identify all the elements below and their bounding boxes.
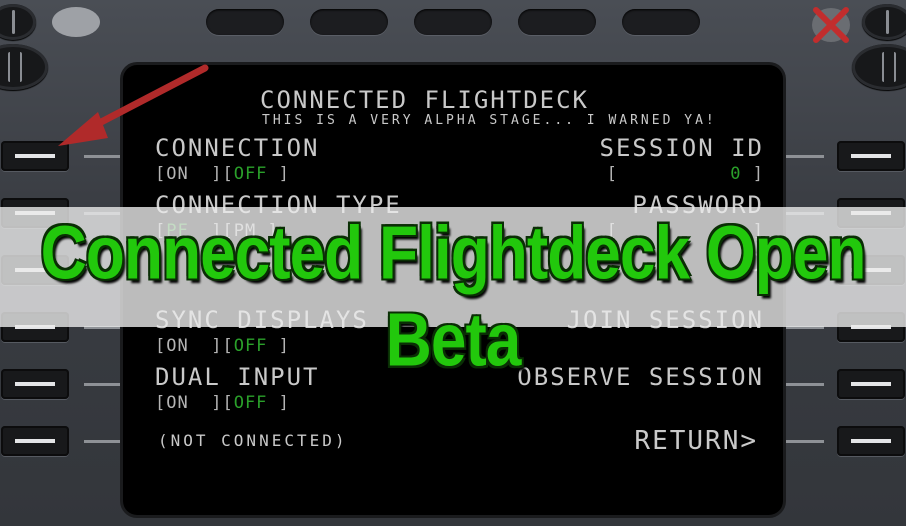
top-button-4[interactable] bbox=[518, 9, 596, 35]
lsk-tick-l1 bbox=[84, 155, 122, 158]
connection-off: OFF bbox=[233, 164, 268, 184]
return-label[interactable]: RETURN> bbox=[634, 426, 758, 456]
top-button-2[interactable] bbox=[310, 9, 388, 35]
session-id-label: SESSION ID bbox=[599, 134, 764, 162]
lsk-tick-l5 bbox=[84, 383, 122, 386]
top-button-3[interactable] bbox=[414, 9, 492, 35]
page-title: CONNECTED FLIGHTDECK bbox=[260, 86, 589, 114]
top-button-1[interactable] bbox=[206, 9, 284, 35]
banner-title: Connected Flightdeck Open Beta bbox=[40, 209, 867, 383]
lsk-l6[interactable] bbox=[1, 426, 69, 456]
lsk-tick-l6 bbox=[84, 440, 122, 443]
connection-options[interactable]: [ON ][OFF ] bbox=[155, 164, 290, 184]
page-subtitle: THIS IS A VERY ALPHA STAGE... I WARNED Y… bbox=[262, 113, 717, 128]
lsk-r6[interactable] bbox=[837, 426, 905, 456]
lsk-tick-r1 bbox=[786, 155, 824, 158]
dual-input-options[interactable]: [ON ][OFF ] bbox=[155, 393, 290, 413]
top-right-knob[interactable] bbox=[862, 4, 906, 40]
session-id-field[interactable]: [ 0 ] bbox=[607, 164, 764, 184]
red-arrow-icon bbox=[58, 64, 209, 146]
lsk-r1[interactable] bbox=[837, 141, 905, 171]
top-button-5[interactable] bbox=[622, 9, 700, 35]
brightness-light bbox=[52, 7, 100, 37]
lsk-tick-r5 bbox=[786, 383, 824, 386]
connection-status: (NOT CONNECTED) bbox=[158, 431, 348, 450]
dual-input-off: OFF bbox=[233, 393, 268, 413]
lsk-tick-r6 bbox=[786, 440, 824, 443]
dual-input-on: ON bbox=[166, 393, 189, 413]
connection-on: ON bbox=[166, 164, 189, 184]
close-x-icon[interactable] bbox=[810, 5, 852, 45]
session-id-value: 0 bbox=[730, 164, 742, 184]
